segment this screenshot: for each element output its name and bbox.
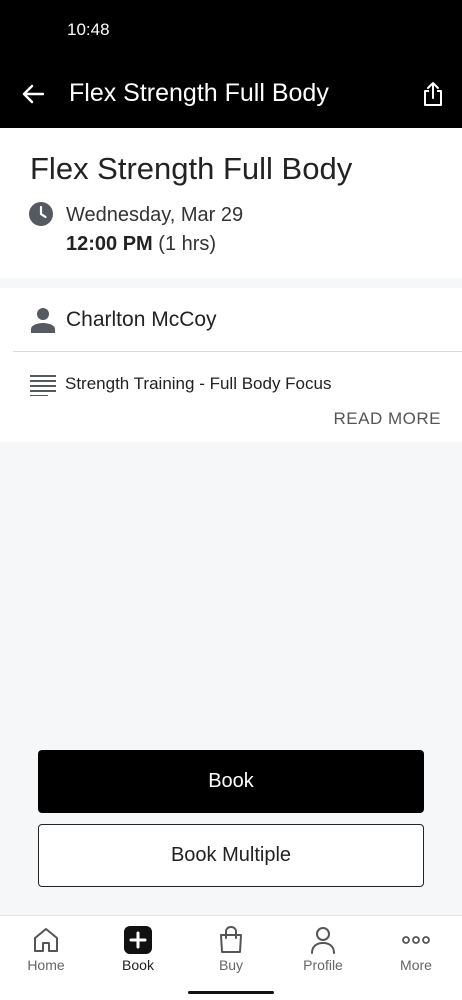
shopping-bag-icon xyxy=(220,926,242,953)
nav-item-book[interactable]: Book xyxy=(92,916,184,978)
class-header-card: Flex Strength Full Body Wednesday, Mar 2… xyxy=(0,128,462,278)
arrow-left-icon xyxy=(22,84,44,104)
app-bar-title: Flex Strength Full Body xyxy=(69,79,329,107)
nav-item-buy[interactable]: Buy xyxy=(185,916,277,978)
person-outline-icon xyxy=(311,927,335,954)
instructor-name[interactable]: Charlton McCoy xyxy=(66,308,217,332)
nav-label-buy: Buy xyxy=(218,957,244,973)
class-title: Flex Strength Full Body xyxy=(30,151,353,186)
nav-label-more: More xyxy=(400,957,432,973)
class-date: Wednesday, Mar 29 xyxy=(66,204,244,226)
nav-label-profile: Profile xyxy=(303,957,343,973)
share-button[interactable] xyxy=(416,76,450,112)
back-button[interactable] xyxy=(16,76,50,112)
read-more-link[interactable]: READ MORE xyxy=(334,409,441,429)
status-bar: 10:48 xyxy=(0,0,462,62)
nav-item-more[interactable]: More xyxy=(370,916,462,978)
nav-label-book: Book xyxy=(122,957,154,973)
divider xyxy=(13,351,462,352)
more-dots-icon xyxy=(402,936,430,944)
class-duration: (1 hrs) xyxy=(158,233,217,255)
nav-item-profile[interactable]: Profile xyxy=(277,916,369,978)
book-multiple-button[interactable]: Book Multiple xyxy=(38,824,424,887)
class-details-card: Charlton McCoy Strength Training - Full … xyxy=(0,288,462,442)
class-description: Strength Training - Full Body Focus xyxy=(65,374,332,393)
book-button[interactable]: Book xyxy=(38,750,424,813)
nav-item-home[interactable]: Home xyxy=(0,916,92,978)
bottom-nav: Home Book Buy Profile More xyxy=(0,915,462,1000)
person-icon xyxy=(31,308,55,333)
class-time: 12:00 PM xyxy=(66,233,153,255)
description-lines-icon xyxy=(30,375,56,396)
home-icon xyxy=(34,928,58,952)
clock-icon xyxy=(29,202,53,226)
plus-square-icon xyxy=(124,926,152,954)
class-time-line: 12:00 PM (1 hrs) xyxy=(66,233,216,256)
home-indicator xyxy=(188,991,274,994)
nav-label-home: Home xyxy=(27,957,65,973)
status-time: 10:48 xyxy=(67,20,110,39)
app-bar: Flex Strength Full Body xyxy=(0,62,462,128)
share-icon xyxy=(424,82,442,106)
